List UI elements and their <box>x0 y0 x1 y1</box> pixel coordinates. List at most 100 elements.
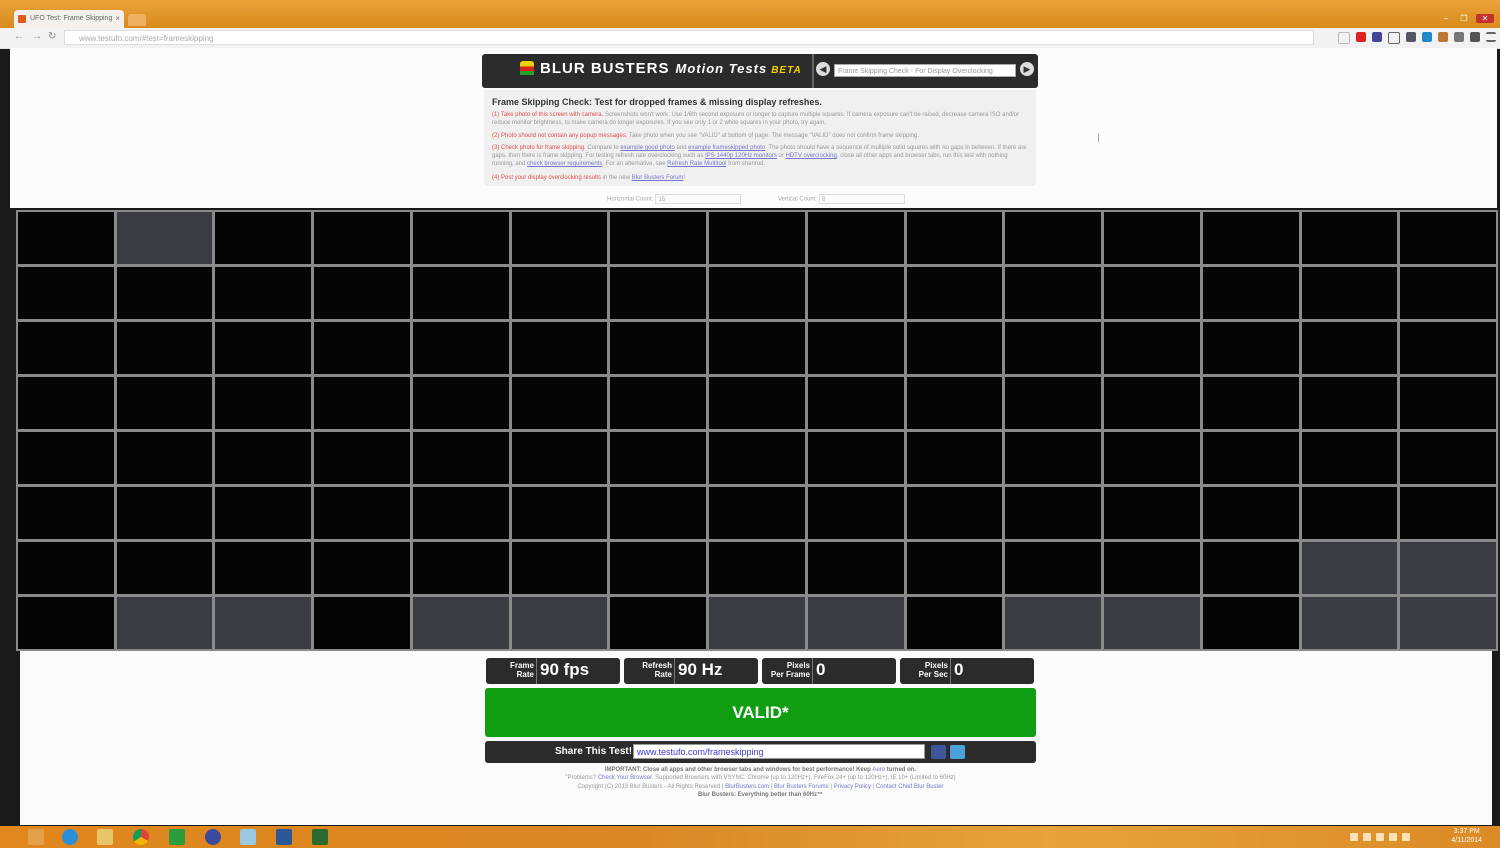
example-good-photo-link[interactable]: example good photo <box>620 145 674 151</box>
browser-tab[interactable]: UFO Test: Frame Skipping × <box>14 10 124 28</box>
extension-icon[interactable] <box>1422 32 1432 42</box>
grid-cell <box>1005 432 1102 484</box>
grid-cell <box>906 597 1003 649</box>
grid-cell <box>412 377 509 429</box>
grid-cell <box>709 597 805 649</box>
grid-cell <box>215 597 312 649</box>
chrome-icon[interactable] <box>133 829 149 845</box>
app-icon[interactable] <box>312 829 328 845</box>
grid-cell <box>1202 267 1299 319</box>
next-test-icon[interactable]: ▶ <box>1020 62 1034 76</box>
step-3-text: . For an alternative, see <box>602 161 668 167</box>
app-icon[interactable] <box>240 829 256 845</box>
grid-cell <box>906 377 1003 429</box>
grid-cell <box>1400 487 1496 539</box>
forward-icon[interactable]: → <box>32 31 42 42</box>
grid-cell <box>1301 487 1398 539</box>
footer-problems-text: "Problems? <box>565 775 598 781</box>
app-icon[interactable] <box>205 829 221 845</box>
bookmark-star-icon[interactable] <box>1338 32 1350 44</box>
share-label: Share This Test! <box>555 746 633 757</box>
system-clock[interactable]: 3:37 PM 4/11/2014 <box>1451 827 1482 845</box>
ips-monitors-link[interactable]: IPS 1440p 120Hz monitors <box>705 153 777 159</box>
grid-cell <box>709 322 805 374</box>
check-browser-link[interactable]: Check Your Browser <box>598 775 652 781</box>
grid-cell <box>1104 487 1200 539</box>
blur-busters-forum-link[interactable]: Blur Busters Forum <box>632 175 684 181</box>
prev-test-icon[interactable]: ◀ <box>816 62 830 76</box>
reload-icon[interactable]: ↻ <box>48 31 56 42</box>
tray-flag-icon[interactable] <box>1350 833 1358 841</box>
grid-cell <box>1301 432 1398 484</box>
step-3-text: Compare to <box>585 145 621 151</box>
cast-icon[interactable] <box>1388 32 1400 44</box>
forums-link[interactable]: Blur Busters Forums <box>774 784 829 790</box>
blurbusters-link[interactable]: BlurBusters.com <box>725 784 769 790</box>
grid-cell <box>1202 432 1299 484</box>
example-frameskipped-photo-link[interactable]: example frameskipped photo <box>688 145 765 151</box>
word-icon[interactable] <box>276 829 292 845</box>
menu-icon[interactable] <box>1486 32 1496 42</box>
tray-display-icon[interactable] <box>1376 833 1384 841</box>
blur-busters-logo[interactable]: BLUR BUSTERS Motion Tests BETA <box>520 60 802 77</box>
address-bar[interactable]: www.testufo.com/#test=frameskipping <box>64 30 1314 45</box>
window-controls: – ❐ ✕ <box>1440 14 1494 23</box>
stat-value: 90 Hz <box>678 660 723 679</box>
internet-explorer-icon[interactable] <box>62 829 78 845</box>
grid-cell <box>610 377 707 429</box>
refresh-rate-multitool-link[interactable]: Refresh Rate Multitool <box>667 161 726 167</box>
grid-cell <box>1301 212 1398 264</box>
extension-icon[interactable] <box>1372 32 1382 42</box>
share-url-field[interactable]: www.testufo.com/frameskipping <box>633 744 925 759</box>
twitter-icon[interactable] <box>950 745 965 759</box>
wrench-icon[interactable] <box>1470 32 1480 42</box>
tray-power-icon[interactable] <box>1389 833 1397 841</box>
contact-link[interactable]: Contact Chief Blur Buster <box>876 784 944 790</box>
grid-cell <box>906 212 1003 264</box>
step-3-text: from shanrod. <box>726 161 766 167</box>
stat-label-line: Pixels <box>786 661 810 670</box>
step-4-text: ! <box>683 175 686 181</box>
browser-requirements-link[interactable]: check browser requirements <box>527 161 602 167</box>
opera-extension-icon[interactable] <box>1356 32 1366 42</box>
back-icon[interactable]: ← <box>14 31 24 42</box>
stat-label-line: Frame <box>509 661 534 670</box>
tray-network-icon[interactable] <box>1363 833 1371 841</box>
vertical-count-input[interactable]: 8 <box>819 194 906 204</box>
grid-cell <box>807 212 904 264</box>
grid-cell <box>412 487 509 539</box>
windows-start-icon[interactable] <box>28 829 44 845</box>
horizontal-count-input[interactable]: 15 <box>655 194 742 204</box>
app-icon[interactable] <box>169 829 185 845</box>
step-4-text: in the new <box>601 175 632 181</box>
test-select[interactable]: Frame Skipping Check - For Display Overc… <box>834 64 1016 77</box>
extension-icon[interactable] <box>1454 32 1464 42</box>
stat-value: 90 fps <box>540 660 590 679</box>
restore-icon[interactable]: ❐ <box>1458 14 1470 23</box>
vertical-count-control: Vertical Count: 8 <box>778 194 906 204</box>
grid-cell <box>807 322 904 374</box>
logo-motion-tests: Motion Tests <box>675 61 768 76</box>
hdtv-overclocking-link[interactable]: HDTV overclocking <box>786 153 837 159</box>
tab-close-icon[interactable]: × <box>115 10 120 28</box>
facebook-icon[interactable] <box>931 745 946 759</box>
file-explorer-icon[interactable] <box>97 829 113 845</box>
grid-cell <box>906 542 1003 594</box>
privacy-policy-link[interactable]: Privacy Policy <box>834 784 871 790</box>
step-2-heading: (2) Photo should not contain any popup m… <box>492 133 628 139</box>
tray-volume-icon[interactable] <box>1402 833 1410 841</box>
share-bar: Share This Test! www.testufo.com/framesk… <box>485 741 1036 763</box>
close-window-icon[interactable]: ✕ <box>1476 14 1494 23</box>
stat-divider <box>950 658 951 684</box>
grid-cell <box>1202 597 1299 649</box>
grid-cell <box>1005 267 1102 319</box>
grid-cell <box>314 377 410 429</box>
minimize-icon[interactable]: – <box>1440 14 1452 23</box>
aero-link[interactable]: Aero <box>872 767 885 773</box>
horizontal-count-control: Horizontal Count: 15 <box>607 194 742 204</box>
new-tab-button[interactable] <box>128 14 146 26</box>
extension-icon[interactable] <box>1438 32 1448 42</box>
layers-icon[interactable] <box>1406 32 1416 42</box>
grid-cell <box>215 322 312 374</box>
grid-cell <box>610 542 707 594</box>
